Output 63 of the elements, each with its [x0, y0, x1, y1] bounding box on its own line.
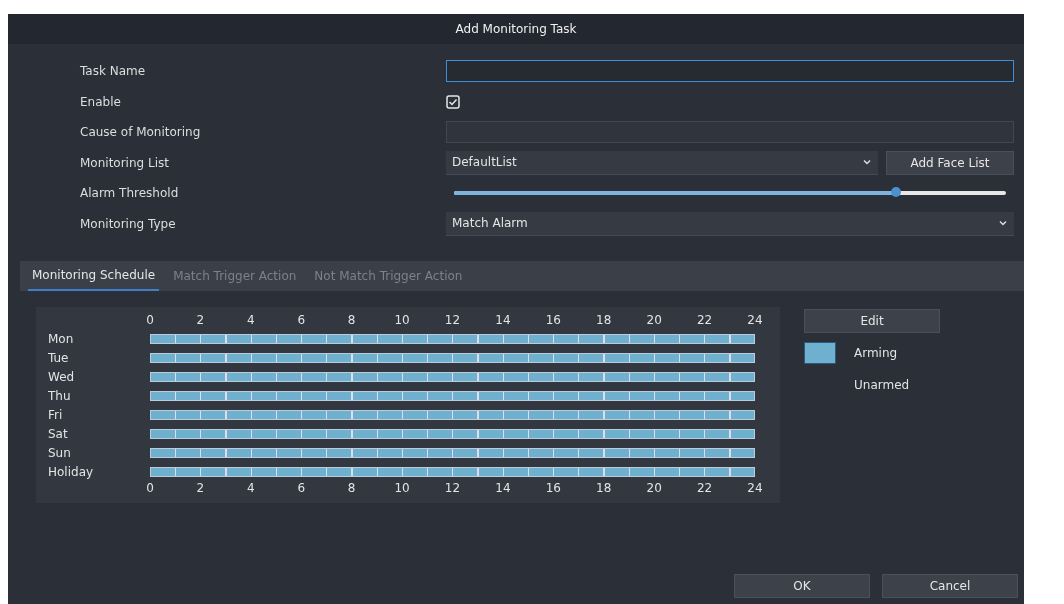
dialog-button[interactable]: Cancel [882, 574, 1018, 598]
field-label: Cause of Monitoring [80, 125, 202, 140]
hour-label: 0 [146, 481, 154, 495]
schedule-bar[interactable] [150, 466, 755, 477]
day-label: Fri [47, 407, 64, 422]
legend-label: Arming [854, 346, 898, 360]
field-label: Monitoring Type [80, 216, 177, 231]
add-face-list-button[interactable]: Add Face List [886, 150, 1014, 175]
text-field[interactable] [446, 121, 1014, 144]
hour-label: 14 [495, 481, 511, 495]
day-label: Thu [47, 388, 72, 403]
schedule-bar[interactable] [150, 352, 755, 363]
slider-thumb[interactable] [890, 187, 901, 198]
dropdown-field[interactable]: DefaultList [446, 150, 878, 175]
hour-label: 14 [495, 313, 511, 327]
schedule-bar[interactable] [150, 390, 755, 401]
schedule-bar[interactable] [150, 333, 755, 344]
hour-label: 10 [394, 481, 410, 495]
schedule-bar[interactable] [150, 447, 755, 458]
dropdown-field[interactable]: Match Alarm [446, 211, 1014, 236]
hour-label: 2 [196, 313, 205, 327]
hour-label: 24 [747, 481, 763, 495]
hour-label: 16 [545, 313, 561, 327]
hour-label: 0 [146, 313, 154, 327]
schedule-bar[interactable] [150, 409, 755, 420]
hour-label: 4 [247, 313, 255, 327]
day-label: Mon [47, 331, 75, 346]
text-field[interactable] [446, 60, 1014, 83]
hour-label: 24 [747, 313, 763, 327]
day-label: Holiday [47, 464, 95, 479]
dialog-title: Add Monitoring Task [455, 22, 577, 36]
field-label: Task Name [80, 64, 147, 79]
hour-label: 18 [596, 481, 612, 495]
field-label: Alarm Threshold [80, 186, 180, 201]
schedule-bar[interactable] [150, 428, 755, 439]
hour-label: 16 [545, 481, 561, 495]
checkbox[interactable] [446, 94, 460, 109]
hour-label: 8 [347, 481, 356, 495]
dialog-button[interactable]: OK [734, 574, 870, 598]
schedule-bar[interactable] [150, 371, 755, 382]
hour-label: 22 [696, 481, 713, 495]
tab[interactable]: Monitoring Schedule [28, 261, 160, 291]
hour-label: 6 [297, 481, 306, 495]
hour-label: 20 [646, 481, 662, 495]
edit-button[interactable]: Edit [804, 309, 940, 333]
hour-label: 12 [444, 481, 461, 495]
legend-swatch [804, 342, 836, 364]
day-label: Tue [47, 350, 70, 365]
hour-label: 2 [196, 481, 205, 495]
field-label: Enable [80, 94, 122, 109]
legend-label: Unarmed [854, 378, 910, 392]
hour-label: 4 [247, 481, 255, 495]
hour-label: 6 [297, 313, 306, 327]
hour-label: 20 [646, 313, 662, 327]
hour-label: 12 [444, 313, 461, 327]
hour-label: 18 [596, 313, 612, 327]
day-label: Wed [47, 369, 76, 384]
day-label: Sat [47, 426, 69, 441]
hour-label: 10 [394, 313, 410, 327]
field-label: Monitoring List [80, 155, 170, 170]
hour-label: 22 [696, 313, 713, 327]
hour-label: 8 [347, 313, 356, 327]
day-label: Sun [47, 445, 72, 460]
